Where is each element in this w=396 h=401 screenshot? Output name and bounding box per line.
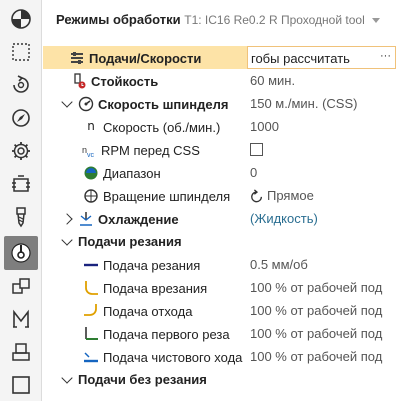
row-label: RPM перед CSS xyxy=(101,142,200,158)
range-icon xyxy=(84,166,98,180)
row-tool-life[interactable]: Стойкость 60 мин. xyxy=(43,69,396,92)
properties-panel: Режимы обработки T1: IC16 Re0.2 R Проход… xyxy=(43,0,396,401)
svg-text:vc: vc xyxy=(87,152,95,158)
panel-title: Режимы обработки xyxy=(56,12,181,27)
row-retract-feed[interactable]: Подача отхода 100 % от рабочей под xyxy=(43,299,396,322)
row-value[interactable]: 1000 xyxy=(250,119,279,134)
setup-icon[interactable] xyxy=(4,2,38,36)
linking-icon[interactable] xyxy=(4,302,38,336)
gear-icon[interactable] xyxy=(4,134,38,168)
passes-icon[interactable] xyxy=(4,269,38,303)
first-cut-feed-icon xyxy=(85,327,98,340)
row-cutting-feed[interactable]: Подача резания 0.5 мм/об xyxy=(43,253,396,276)
rpm-before-css-icon: nvc xyxy=(82,145,95,158)
row-plunge-feed[interactable]: Подача врезания 100 % от рабочей под xyxy=(43,276,396,299)
row-label: Вращение шпинделя xyxy=(103,188,231,204)
row-value[interactable]: 0.5 мм/об xyxy=(250,257,308,272)
row-label: Скорость шпинделя xyxy=(98,96,229,112)
row-value[interactable]: 100 % от рабочей под xyxy=(250,303,382,318)
app: Режимы обработки T1: IC16 Re0.2 R Проход… xyxy=(0,0,396,401)
row-label: Скорость (об./мин.) xyxy=(103,119,221,135)
group-label: Подачи резания xyxy=(78,234,182,249)
row-label: Подачи/Скорости xyxy=(89,50,202,66)
post-icon[interactable] xyxy=(4,335,38,369)
feeds-speeds-icon[interactable] xyxy=(4,236,38,270)
row-label: Подача отхода xyxy=(103,303,193,319)
spindle-rotation-icon xyxy=(84,189,98,203)
chevron-down-icon[interactable] xyxy=(61,233,73,246)
rpm-icon: n xyxy=(87,119,95,133)
row-label: Стойкость xyxy=(91,73,159,89)
row-value[interactable]: (Жидкость) xyxy=(250,211,318,226)
row-value[interactable]: 0 xyxy=(250,165,257,180)
group-non-cutting-feeds[interactable]: Подачи без резания xyxy=(43,368,396,391)
feeds-speeds-value-field[interactable]: гобы рассчитать ··· xyxy=(247,46,396,69)
drill-tool-icon[interactable] xyxy=(4,200,38,234)
row-label: Охлаждение xyxy=(98,211,179,227)
row-coolant[interactable]: Охлаждение (Жидкость) xyxy=(43,207,396,230)
left-toolbar xyxy=(0,0,42,401)
more-button[interactable]: ··· xyxy=(380,50,391,62)
spindle-speed-icon xyxy=(78,96,94,112)
square-icon[interactable] xyxy=(4,368,38,401)
row-value[interactable]: 100 % от рабочей под xyxy=(250,326,382,341)
compass-icon[interactable] xyxy=(4,101,38,135)
row-label: Подача чистового хода xyxy=(103,349,243,365)
cutting-feed-icon xyxy=(84,263,98,267)
rotate-tool-icon[interactable] xyxy=(4,68,38,102)
chevron-down-icon[interactable] xyxy=(61,371,73,384)
fixture-icon[interactable] xyxy=(4,167,38,201)
row-value[interactable]: 100 % от рабочей под xyxy=(250,349,382,364)
row-label: Подача резания xyxy=(103,257,201,273)
plunge-feed-icon xyxy=(85,281,98,295)
row-finish-feed[interactable]: Подача чистового хода 100 % от рабочей п… xyxy=(43,345,396,368)
row-label: Диапазон xyxy=(103,165,161,181)
row-range[interactable]: Диапазон 0 xyxy=(43,161,396,184)
row-value[interactable]: 150 м./мин. (CSS) xyxy=(250,96,357,111)
rotate-icon xyxy=(251,188,263,202)
row-value[interactable]: 100 % от рабочей под xyxy=(250,280,382,295)
finish-feed-icon xyxy=(84,352,98,363)
row-label: Подача врезания xyxy=(103,280,208,296)
row-value[interactable]: 60 мин. xyxy=(250,73,295,88)
feeds-icon xyxy=(71,52,83,64)
stock-icon[interactable] xyxy=(4,35,38,69)
row-spindle-speed[interactable]: Скорость шпинделя 150 м./мин. (CSS) xyxy=(43,92,396,115)
chevron-down-icon[interactable] xyxy=(61,96,73,108)
row-value[interactable]: Прямое xyxy=(250,188,314,203)
row-rpm[interactable]: n Скорость (об./мин.) 1000 xyxy=(43,115,396,138)
group-cutting-feeds[interactable]: Подачи резания xyxy=(43,230,396,253)
tool-life-icon xyxy=(74,73,86,89)
row-label: Подача первого реза xyxy=(103,326,230,342)
row-rpm-before-css[interactable]: n vc RPM перед CSS xyxy=(43,138,396,161)
group-label: Подачи без резания xyxy=(78,372,207,387)
row-spindle-rotation[interactable]: Вращение шпинделя Прямое xyxy=(43,184,396,207)
row-feeds-speeds[interactable]: Подачи/Скорости гобы рассчитать ··· xyxy=(43,46,396,69)
tool-selector[interactable]: T1: IC16 Re0.2 R Проходной tool xyxy=(184,13,365,27)
chevron-right-icon[interactable] xyxy=(61,213,73,225)
chevron-down-icon[interactable] xyxy=(372,18,381,24)
retract-feed-icon xyxy=(84,304,97,316)
row-first-cut-feed[interactable]: Подача первого реза 100 % от рабочей под xyxy=(43,322,396,345)
rpm-before-css-checkbox[interactable] xyxy=(250,143,263,156)
coolant-icon xyxy=(80,212,92,226)
panel-header: Режимы обработки T1: IC16 Re0.2 R Проход… xyxy=(56,12,381,30)
